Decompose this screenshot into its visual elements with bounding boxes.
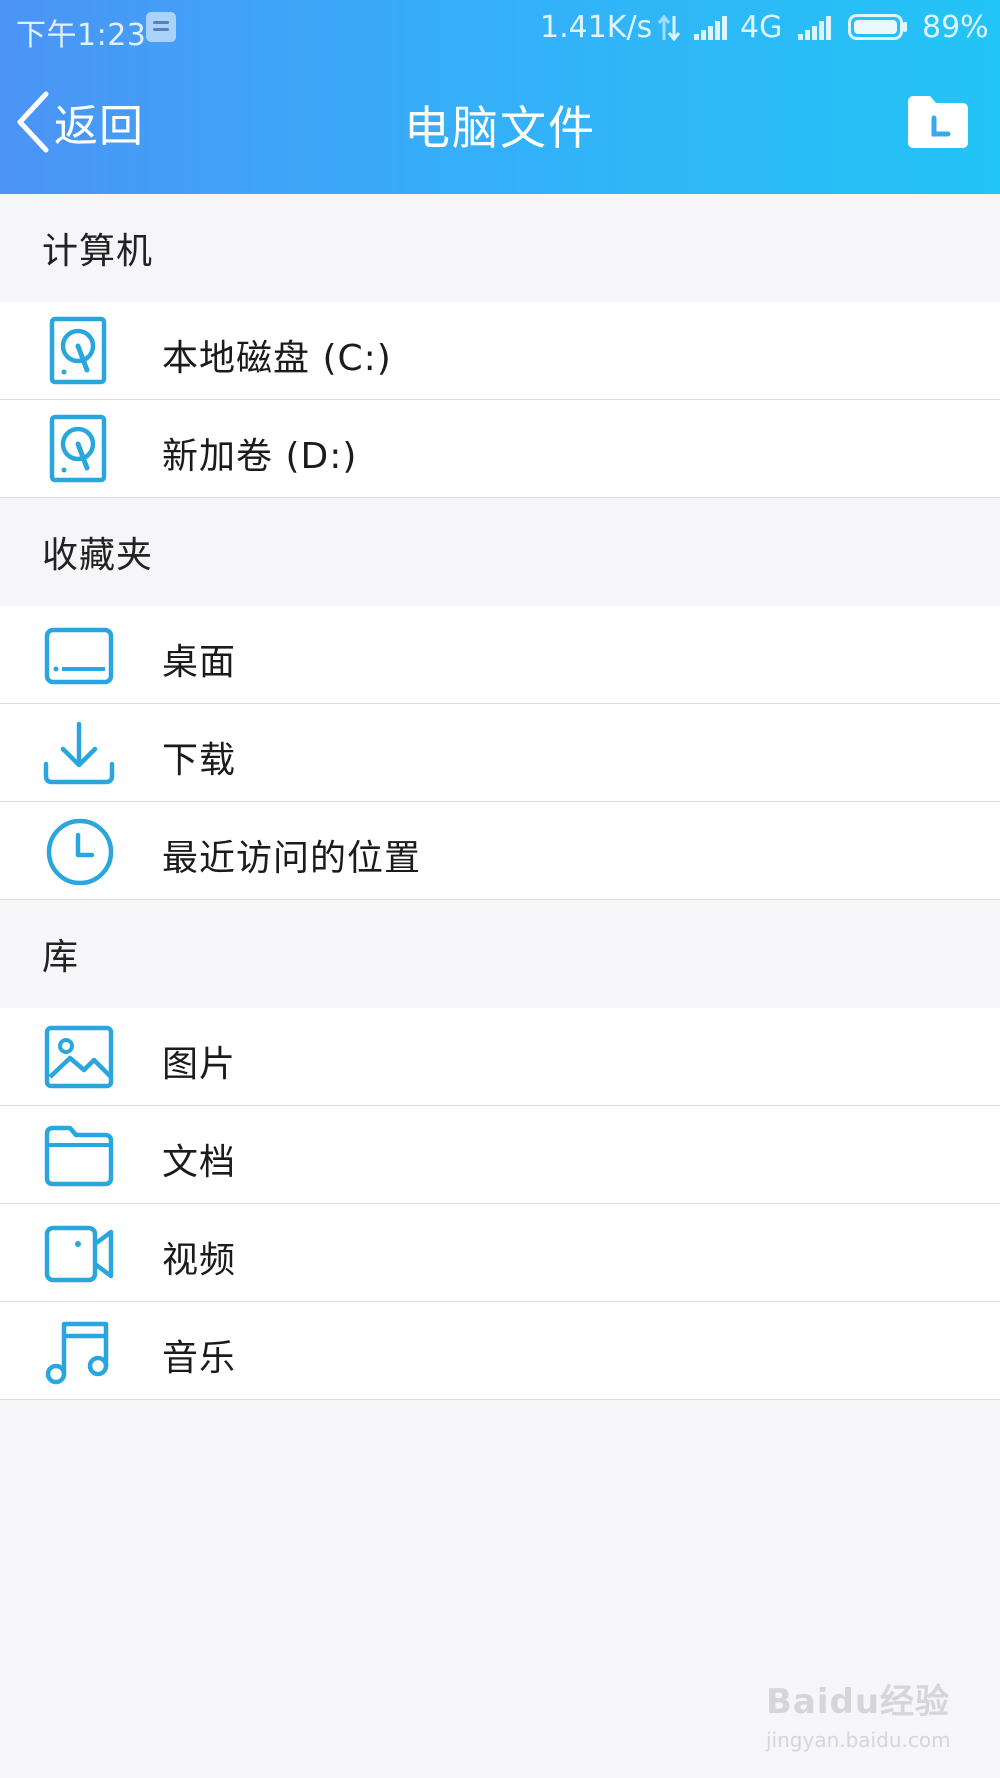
music-icon (45, 1321, 109, 1385)
notification-icon (146, 12, 176, 42)
list-item-videos[interactable]: 视频 (0, 1204, 1000, 1302)
list-item-label: 视频 (162, 1240, 237, 1281)
section-header-favorites: 收藏夹 (0, 498, 1000, 606)
data-transfer-icon (657, 14, 681, 42)
signal-icon (798, 16, 831, 40)
list-item-desktop[interactable]: 桌面 (0, 606, 1000, 704)
signal-icon (694, 16, 727, 40)
recent-folder-button[interactable] (904, 92, 972, 152)
disk-icon (49, 316, 107, 385)
list-item-recent-places[interactable]: 最近访问的位置 (0, 802, 1000, 900)
list-item-label: 文档 (162, 1142, 237, 1183)
list-item-label: 最近访问的位置 (162, 838, 422, 879)
video-icon (44, 1225, 114, 1283)
battery-icon (848, 14, 907, 40)
nav-bar: 返回 电脑文件 (0, 58, 1000, 194)
clock-icon (46, 818, 114, 886)
watermark-brand: Baidu经验 (766, 1682, 951, 1722)
network-type: 4G (740, 10, 783, 45)
header: 下午1:23 1.41K/s 4G 89% 返回 电脑文件 (0, 0, 1000, 194)
list-item-label: 桌面 (162, 642, 237, 683)
list-item-documents[interactable]: 文档 (0, 1106, 1000, 1204)
list-item-label: 图片 (162, 1044, 237, 1085)
list-item-downloads[interactable]: 下载 (0, 704, 1000, 802)
list-item-label: 本地磁盘 (C:) (162, 338, 392, 379)
battery-level: 89% (922, 10, 989, 45)
disk-icon (49, 414, 107, 483)
download-icon (43, 721, 115, 785)
section-header-library: 库 (0, 900, 1000, 1008)
desktop-icon (44, 627, 114, 685)
page-title: 电脑文件 (404, 101, 596, 155)
list-item-label: 新加卷 (D:) (162, 436, 358, 477)
watermark: Baidu经验 jingyan.baidu.com (766, 1674, 976, 1764)
network-speed: 1.41K/s (540, 10, 653, 45)
list-item-music[interactable]: 音乐 (0, 1302, 1000, 1400)
list-item-drive-c[interactable]: 本地磁盘 (C:) (0, 302, 1000, 400)
list-item-drive-d[interactable]: 新加卷 (D:) (0, 400, 1000, 498)
section-header-computer: 计算机 (0, 194, 1000, 302)
folder-icon (44, 1125, 114, 1187)
image-icon (44, 1025, 114, 1089)
watermark-url: jingyan.baidu.com (766, 1728, 951, 1752)
list-item-label: 下载 (162, 740, 237, 781)
list-item-pictures[interactable]: 图片 (0, 1008, 1000, 1106)
file-list: 计算机 本地磁盘 (C:) 新加卷 (D:) 收藏夹 桌面 下载 最近访问的位置… (0, 194, 1000, 1400)
status-bar: 下午1:23 1.41K/s 4G 89% (0, 0, 1000, 58)
list-item-label: 音乐 (162, 1338, 237, 1379)
status-time: 下午1:23 (16, 18, 147, 53)
